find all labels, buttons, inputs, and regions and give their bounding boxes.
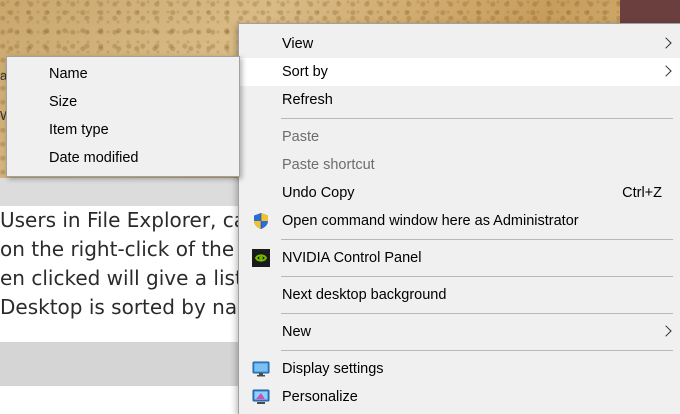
uac-shield-icon (252, 212, 270, 230)
menu-item-nvidia-control-panel[interactable]: NVIDIA Control Panel (239, 244, 680, 272)
submenu-item-item-type[interactable]: Item type (7, 117, 239, 145)
menu-item-label: Sort by (282, 64, 328, 80)
submenu-item-label: Date modified (49, 150, 139, 166)
menu-item-label: Paste (282, 129, 320, 145)
nvidia-icon (252, 249, 270, 267)
menu-separator (281, 118, 673, 119)
desktop-context-menu: View Sort by Refresh Paste Paste shortcu… (238, 23, 680, 414)
menu-item-label: Paste shortcut (282, 157, 375, 173)
menu-separator (281, 239, 673, 240)
submenu-item-size[interactable]: Size (7, 89, 239, 117)
menu-separator (281, 313, 673, 314)
sort-by-submenu: Name Size Item type Date modified (6, 56, 240, 177)
menu-item-new[interactable]: New (239, 318, 680, 346)
display-icon (252, 360, 270, 378)
menu-item-label: Refresh (282, 92, 333, 108)
submenu-item-name[interactable]: Name (7, 61, 239, 89)
menu-item-label: Personalize (282, 389, 358, 405)
chevron-right-icon (660, 65, 672, 77)
menu-item-paste-shortcut[interactable]: Paste shortcut (239, 151, 680, 179)
menu-item-next-desktop-background[interactable]: Next desktop background (239, 281, 680, 309)
menu-item-label: Open command window here as Administrato… (282, 213, 579, 229)
menu-item-label: Display settings (282, 361, 384, 377)
submenu-item-label: Item type (49, 122, 109, 138)
chevron-right-icon (660, 37, 672, 49)
menu-item-refresh[interactable]: Refresh (239, 86, 680, 114)
menu-item-undo-copy[interactable]: Undo Copy Ctrl+Z (239, 179, 680, 207)
submenu-item-label: Size (49, 94, 78, 110)
menu-item-shortcut: Ctrl+Z (622, 185, 662, 201)
article-text-line: on the right-click of the T (0, 237, 253, 261)
article-text-line: Users in File Explorer, ca (0, 208, 247, 232)
article-text-line: Desktop is sorted by na (0, 295, 238, 319)
menu-item-display-settings[interactable]: Display settings (239, 355, 680, 383)
submenu-item-label: Name (49, 66, 88, 82)
wallpaper-corner (620, 0, 680, 24)
menu-item-view[interactable]: View (239, 30, 680, 58)
menu-item-label: New (282, 324, 312, 340)
menu-separator (281, 350, 673, 351)
article-text-line: en clicked will give a list (0, 266, 243, 290)
menu-item-personalize[interactable]: Personalize (239, 383, 680, 411)
menu-separator (281, 276, 673, 277)
menu-item-paste[interactable]: Paste (239, 123, 680, 151)
menu-item-open-command-window[interactable]: Open command window here as Administrato… (239, 207, 680, 235)
submenu-item-date-modified[interactable]: Date modified (7, 145, 239, 173)
menu-item-label: Next desktop background (282, 287, 447, 303)
menu-item-label: View (282, 36, 314, 52)
menu-item-label: Undo Copy (282, 185, 355, 201)
personalize-icon (252, 388, 270, 406)
chevron-right-icon (660, 325, 672, 337)
menu-item-label: NVIDIA Control Panel (282, 250, 422, 266)
menu-item-sort-by[interactable]: Sort by (239, 58, 680, 86)
